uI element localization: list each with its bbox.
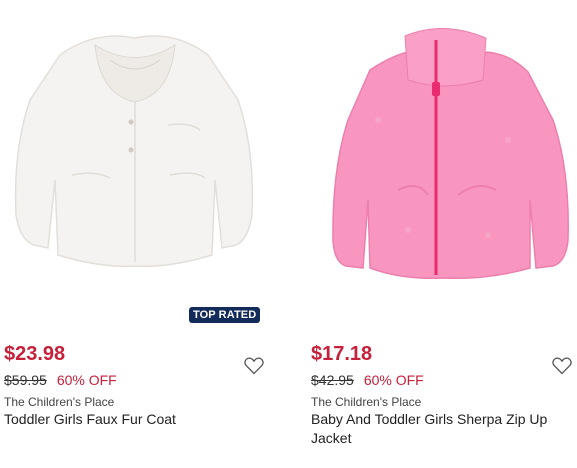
product-card[interactable]: $17.18 $42.95 60% OFF The Children's Plac… (308, 0, 577, 468)
sale-price: $23.98 (4, 343, 66, 365)
price-row: $42.95 60% OFF (311, 372, 424, 388)
discount-label: 60% OFF (56, 372, 117, 388)
price-row: $59.95 60% OFF (4, 372, 117, 388)
product-image-white-faux-fur-coat[interactable] (0, 0, 270, 295)
product-name[interactable]: Baby And Toddler Girls Sherpa Zip Up Jac… (311, 410, 571, 448)
original-price: $42.95 (311, 372, 354, 388)
original-price: $59.95 (4, 372, 47, 388)
discount-label: 60% OFF (363, 372, 424, 388)
product-card[interactable]: TOP RATED $23.98 $59.95 60% OFF The Child… (0, 0, 270, 468)
product-image-pink-sherpa-jacket[interactable] (308, 0, 577, 295)
brand-name: The Children's Place (4, 395, 115, 409)
heart-outline-icon[interactable] (552, 357, 572, 375)
heart-outline-icon[interactable] (244, 357, 264, 375)
sale-price: $17.18 (311, 343, 373, 365)
brand-name: The Children's Place (311, 395, 422, 409)
product-name[interactable]: Toddler Girls Faux Fur Coat (4, 410, 264, 429)
top-rated-badge: TOP RATED (189, 307, 261, 323)
